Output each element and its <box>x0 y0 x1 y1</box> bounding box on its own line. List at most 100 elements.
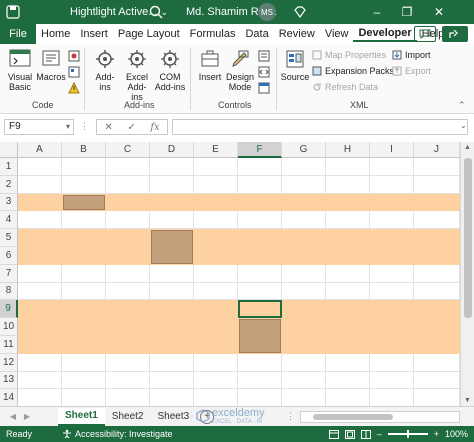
row-header-13[interactable]: 13 <box>0 371 18 390</box>
cell-i5[interactable] <box>370 229 414 247</box>
cell-b11[interactable] <box>62 336 106 354</box>
minimize-icon[interactable]: – <box>368 3 386 21</box>
tab-formulas[interactable]: Formulas <box>185 28 241 40</box>
add-ins-button[interactable]: Add-ins <box>90 48 120 92</box>
cell-c3[interactable] <box>106 193 150 212</box>
cell-j3[interactable] <box>414 193 460 212</box>
cell-d14[interactable] <box>150 389 194 408</box>
cell-c7[interactable] <box>106 264 150 283</box>
cell-i14[interactable] <box>370 389 414 408</box>
cell-e3[interactable] <box>194 193 238 212</box>
column-header-a[interactable]: A <box>18 142 62 158</box>
design-mode-button[interactable]: Design Mode <box>226 48 254 92</box>
cell-h14[interactable] <box>326 389 370 408</box>
row-header-1[interactable]: 1 <box>0 158 18 176</box>
cell-g14[interactable] <box>282 389 326 408</box>
refresh-data-button[interactable]: Refresh Data <box>312 82 378 92</box>
cell-a3[interactable] <box>18 193 62 212</box>
cell-d10[interactable] <box>150 318 194 336</box>
cell-g2[interactable] <box>282 175 326 194</box>
cell-j14[interactable] <box>414 389 460 408</box>
cell-a12[interactable] <box>18 353 62 372</box>
row-header-10[interactable]: 10 <box>0 318 18 336</box>
visual-basic-button[interactable]: Visual Basic <box>4 48 36 92</box>
cell-c11[interactable] <box>106 336 150 354</box>
cell-e14[interactable] <box>194 389 238 408</box>
cell-e12[interactable] <box>194 353 238 372</box>
cell-d7[interactable] <box>150 264 194 283</box>
cell-d8[interactable] <box>150 282 194 301</box>
cell-g7[interactable] <box>282 264 326 283</box>
cell-i13[interactable] <box>370 371 414 390</box>
cell-f2[interactable] <box>238 175 282 194</box>
cell-f7[interactable] <box>238 264 282 283</box>
cell-b1[interactable] <box>62 158 106 176</box>
view-code-icon[interactable] <box>258 66 270 78</box>
column-header-j[interactable]: J <box>414 142 460 158</box>
cell-j13[interactable] <box>414 371 460 390</box>
cell-e4[interactable] <box>194 211 238 230</box>
select-all-button[interactable] <box>0 142 18 158</box>
tab-insert[interactable]: Insert <box>75 28 113 40</box>
cell-c9[interactable] <box>106 300 150 319</box>
cell-f3[interactable] <box>238 193 282 212</box>
cell-b14[interactable] <box>62 389 106 408</box>
cell-e11[interactable] <box>194 336 238 354</box>
cell-b10[interactable] <box>62 318 106 336</box>
column-header-c[interactable]: C <box>106 142 150 158</box>
row-header-14[interactable]: 14 <box>0 389 18 408</box>
record-macro-icon[interactable] <box>68 50 80 62</box>
sheet-tab-sheet2[interactable]: Sheet2 <box>105 408 151 426</box>
restore-icon[interactable]: ❐ <box>398 3 416 21</box>
cell-h3[interactable] <box>326 193 370 212</box>
row-header-5[interactable]: 5 <box>0 229 18 247</box>
sheet-tab-sheet3[interactable]: Sheet3 <box>151 408 197 426</box>
cell-j2[interactable] <box>414 175 460 194</box>
column-header-i[interactable]: I <box>370 142 414 158</box>
cell-g10[interactable] <box>282 318 326 336</box>
cell-j9[interactable] <box>414 300 460 319</box>
cell-e13[interactable] <box>194 371 238 390</box>
cell-b13[interactable] <box>62 371 106 390</box>
properties-icon[interactable] <box>258 50 270 62</box>
cell-g1[interactable] <box>282 158 326 176</box>
cell-c2[interactable] <box>106 175 150 194</box>
cell-a11[interactable] <box>18 336 62 354</box>
cell-a6[interactable] <box>18 247 62 265</box>
column-header-h[interactable]: H <box>326 142 370 158</box>
cell-d13[interactable] <box>150 371 194 390</box>
cell-a4[interactable] <box>18 211 62 230</box>
cell-j5[interactable] <box>414 229 460 247</box>
more-options-icon[interactable]: ⋮ <box>286 411 295 422</box>
cell-i2[interactable] <box>370 175 414 194</box>
sheet-tab-sheet1[interactable]: Sheet1 <box>58 407 105 426</box>
cell-b12[interactable] <box>62 353 106 372</box>
zoom-in-icon[interactable]: + <box>434 429 439 439</box>
expand-formula-bar-icon[interactable]: ⌄ <box>460 121 467 130</box>
map-properties-button[interactable]: Map Properties <box>312 50 386 60</box>
tab-data[interactable]: Data <box>240 28 273 40</box>
cell-d11[interactable] <box>150 336 194 354</box>
cell-i11[interactable] <box>370 336 414 354</box>
cell-g12[interactable] <box>282 353 326 372</box>
cell-e1[interactable] <box>194 158 238 176</box>
cell-d2[interactable] <box>150 175 194 194</box>
cell-h11[interactable] <box>326 336 370 354</box>
cell-j10[interactable] <box>414 318 460 336</box>
cell-i1[interactable] <box>370 158 414 176</box>
cell-g5[interactable] <box>282 229 326 247</box>
column-header-e[interactable]: E <box>194 142 238 158</box>
com-add-ins-button[interactable]: COM Add-ins <box>154 48 186 92</box>
cell-a7[interactable] <box>18 264 62 283</box>
cell-g13[interactable] <box>282 371 326 390</box>
cell-i9[interactable] <box>370 300 414 319</box>
cell-d4[interactable] <box>150 211 194 230</box>
name-box[interactable]: F9 ▾ <box>4 119 74 135</box>
cell-c6[interactable] <box>106 247 150 265</box>
collapse-ribbon-icon[interactable]: ⌃ <box>458 100 466 111</box>
cell-i4[interactable] <box>370 211 414 230</box>
cell-h9[interactable] <box>326 300 370 319</box>
cell-h5[interactable] <box>326 229 370 247</box>
cell-g8[interactable] <box>282 282 326 301</box>
zoom-out-icon[interactable]: – <box>377 429 382 439</box>
